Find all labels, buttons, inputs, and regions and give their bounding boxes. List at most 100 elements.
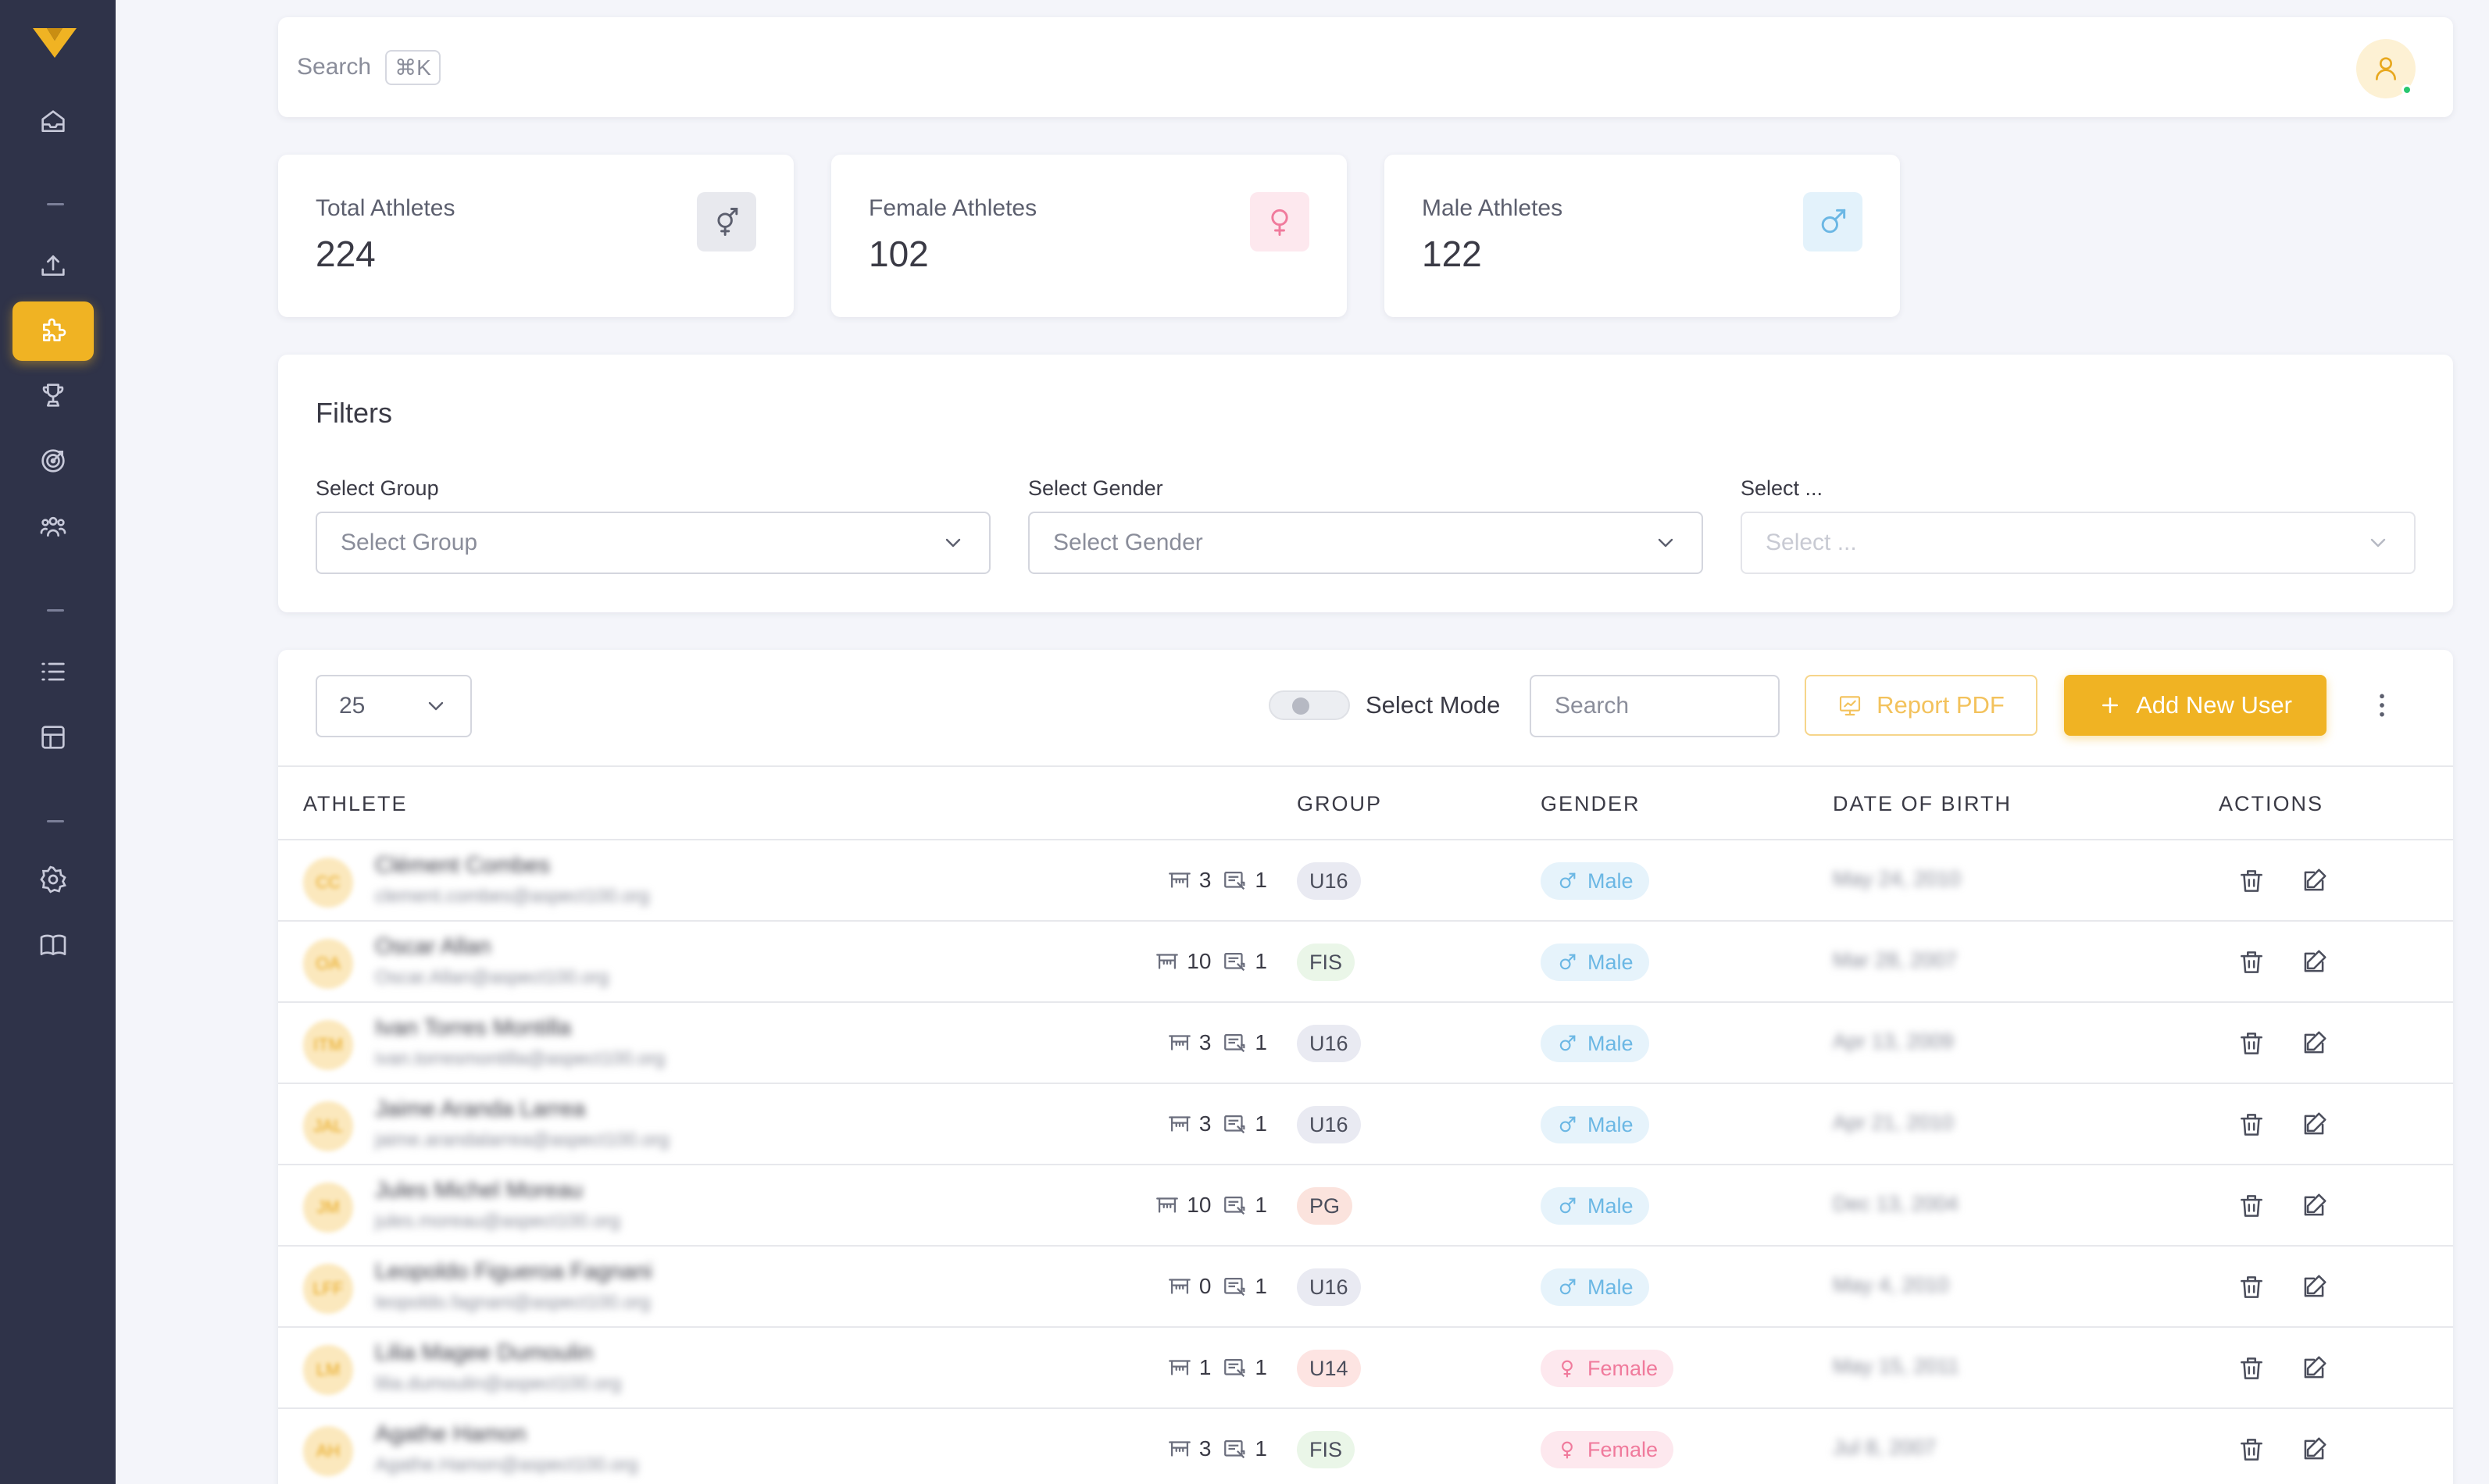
table-row[interactable]: ITM Ivan Torres Montilla ivan.torresmontil… bbox=[278, 1003, 2453, 1084]
app-logo[interactable] bbox=[30, 23, 80, 61]
filters-panel: Filters Select Group Select Group Select… bbox=[278, 355, 2453, 612]
table-row[interactable]: OA Oscar Allan Oscar.Allan@aspect100.org 10… bbox=[278, 922, 2453, 1003]
group-badge: FIS bbox=[1297, 944, 1355, 981]
gender-label: Male bbox=[1587, 950, 1634, 974]
card-icon bbox=[1222, 867, 1248, 894]
home-icon bbox=[41, 110, 65, 132]
races-count: 1 bbox=[1198, 1355, 1212, 1379]
athlete-name[interactable]: Ivan Torres Montilla bbox=[375, 1015, 571, 1041]
edit-button[interactable] bbox=[2294, 861, 2334, 901]
athlete-name[interactable]: Agathe Hamon bbox=[375, 1422, 526, 1447]
athlete-avatar: LFF bbox=[303, 1264, 353, 1314]
gender-select[interactable]: Select Gender bbox=[1028, 512, 1703, 574]
athlete-name[interactable]: Oscar Allan bbox=[375, 934, 491, 960]
nav-competitions[interactable] bbox=[12, 366, 94, 425]
nav-docs[interactable] bbox=[12, 915, 94, 975]
gender-badge: Female bbox=[1541, 1431, 1674, 1468]
table-row[interactable]: AH Agathe Hamon Agathe.Hamon@aspect100.org… bbox=[278, 1409, 2453, 1484]
nav-athletes[interactable] bbox=[12, 301, 94, 361]
page-size-select[interactable]: 25 bbox=[316, 675, 472, 737]
race-icon bbox=[1154, 1192, 1180, 1218]
select-mode-toggle[interactable] bbox=[1269, 690, 1350, 720]
global-search[interactable]: Search ⌘K bbox=[297, 47, 441, 87]
delete-button[interactable] bbox=[2231, 1023, 2272, 1064]
more-options-button[interactable] bbox=[2361, 684, 2403, 726]
table-row[interactable]: LM Lilia Magee Dumoulin lilia.dumoulin@asp… bbox=[278, 1328, 2453, 1409]
athlete-email: jules.moreau@aspect100.org bbox=[375, 1211, 620, 1232]
athlete-avatar: LM bbox=[303, 1345, 353, 1395]
group-badge: U14 bbox=[1297, 1350, 1361, 1387]
column-header-gender[interactable]: GENDER bbox=[1541, 792, 1641, 816]
table-row[interactable]: LFF Leopoldo Figueroa Fagnani leopoldo.fag… bbox=[278, 1247, 2453, 1328]
filter-label: Select ... bbox=[1741, 476, 1823, 500]
user-icon bbox=[2376, 57, 2396, 80]
athlete-name[interactable]: Clément Combes bbox=[375, 853, 550, 879]
stat-label: Male Athletes bbox=[1422, 195, 1563, 221]
edit-button[interactable] bbox=[2294, 1348, 2334, 1389]
user-avatar[interactable] bbox=[2356, 39, 2416, 98]
chevron-down-icon bbox=[945, 538, 961, 548]
edit-button[interactable] bbox=[2294, 1186, 2334, 1226]
athlete-initials: JM bbox=[316, 1197, 340, 1217]
athlete-initials: AH bbox=[316, 1441, 341, 1461]
delete-button[interactable] bbox=[2231, 1348, 2272, 1389]
male-icon bbox=[1559, 1035, 1576, 1051]
nav-upload[interactable] bbox=[12, 236, 94, 295]
stat-icon-box bbox=[697, 192, 756, 251]
table-row[interactable]: CC Clément Combes clement.combes@aspect100… bbox=[278, 840, 2453, 922]
athlete-counts: 31 bbox=[1166, 867, 1267, 894]
column-header-dob[interactable]: DATE OF BIRTH bbox=[1833, 792, 2012, 816]
athlete-email: Agathe.Hamon@aspect100.org bbox=[375, 1454, 638, 1475]
cards-count: 1 bbox=[1255, 1111, 1267, 1136]
athlete-name[interactable]: Jaime Aranda Larrea bbox=[375, 1097, 585, 1122]
race-icon bbox=[1154, 948, 1180, 975]
nav-home[interactable] bbox=[12, 92, 94, 152]
athlete-email: clement.combes@aspect100.org bbox=[375, 886, 650, 907]
female-icon bbox=[1562, 1441, 1573, 1459]
delete-button[interactable] bbox=[2231, 1267, 2272, 1307]
athlete-name[interactable]: Lilia Magee Dumoulin bbox=[375, 1340, 593, 1366]
delete-button[interactable] bbox=[2231, 1429, 2272, 1470]
table-icon bbox=[41, 726, 65, 749]
athlete-initials: ITM bbox=[313, 1035, 343, 1054]
date-of-birth: Mar 28, 2007 bbox=[1833, 948, 1958, 972]
athlete-avatar: CC bbox=[303, 858, 353, 908]
delete-button[interactable] bbox=[2231, 942, 2272, 983]
gender-label: Male bbox=[1587, 1193, 1634, 1218]
nav-table[interactable] bbox=[12, 708, 94, 767]
column-header-group[interactable]: GROUP bbox=[1297, 792, 1382, 816]
athlete-name[interactable]: Leopoldo Figueroa Fagnani bbox=[375, 1259, 652, 1285]
table-row[interactable]: JAL Jaime Aranda Larrea jaime.arandalarrea… bbox=[278, 1084, 2453, 1165]
table-search-input[interactable] bbox=[1530, 675, 1780, 737]
column-header-athlete[interactable]: ATHLETE bbox=[303, 792, 408, 816]
athlete-initials: LM bbox=[316, 1360, 341, 1379]
edit-button[interactable] bbox=[2294, 942, 2334, 983]
delete-button[interactable] bbox=[2231, 1104, 2272, 1145]
nav-settings[interactable] bbox=[12, 850, 94, 909]
date-of-birth: Apr 13, 2009 bbox=[1833, 1029, 1954, 1053]
gender-label: Female bbox=[1587, 1356, 1659, 1380]
nav-goals[interactable] bbox=[12, 431, 94, 491]
nav-list[interactable] bbox=[12, 642, 94, 701]
gear-icon bbox=[40, 865, 66, 894]
athlete-name[interactable]: Jules Michel Moreau bbox=[375, 1178, 583, 1204]
nav-teams[interactable] bbox=[12, 497, 94, 556]
edit-button[interactable] bbox=[2294, 1429, 2334, 1470]
edit-button[interactable] bbox=[2294, 1023, 2334, 1064]
stat-label: Female Athletes bbox=[869, 195, 1037, 221]
report-pdf-button[interactable]: Report PDF bbox=[1805, 675, 2037, 736]
edit-button[interactable] bbox=[2294, 1104, 2334, 1145]
edit-button[interactable] bbox=[2294, 1267, 2334, 1307]
delete-button[interactable] bbox=[2231, 1186, 2272, 1226]
add-new-user-button[interactable]: Add New User bbox=[2064, 675, 2327, 736]
group-badge: U16 bbox=[1297, 1106, 1361, 1143]
table-row[interactable]: JM Jules Michel Moreau jules.moreau@aspect… bbox=[278, 1165, 2453, 1247]
group-select[interactable]: Select Group bbox=[316, 512, 991, 574]
group-badge: U16 bbox=[1297, 1025, 1361, 1062]
athlete-initials: LFF bbox=[312, 1279, 344, 1298]
delete-button[interactable] bbox=[2231, 861, 2272, 901]
top-bar: Search ⌘K bbox=[278, 17, 2453, 117]
other-select[interactable]: Select ... bbox=[1741, 512, 2416, 574]
group-badge: U16 bbox=[1297, 862, 1361, 900]
row-actions bbox=[2231, 1348, 2334, 1389]
